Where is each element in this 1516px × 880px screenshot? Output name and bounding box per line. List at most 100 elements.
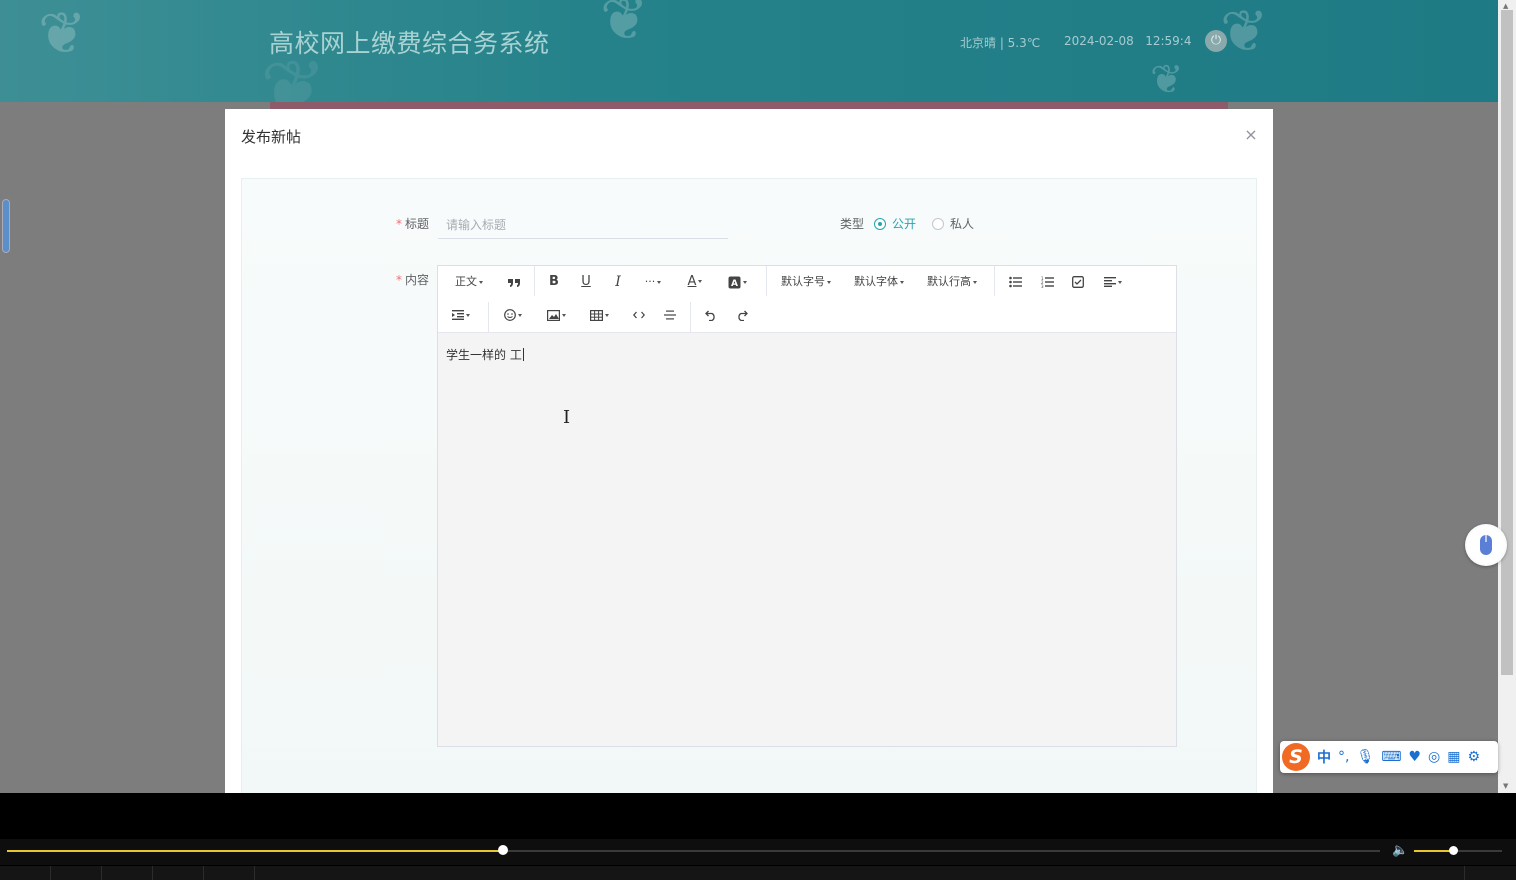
italic-button[interactable]: I [608, 271, 628, 293]
keyboard-icon[interactable]: ⌨ [1381, 749, 1401, 765]
undo-icon [705, 310, 715, 321]
horizontal-rule-icon [664, 310, 676, 320]
required-mark: * [396, 217, 402, 231]
code-button[interactable] [629, 304, 649, 326]
image-dropdown[interactable] [543, 304, 569, 326]
editor-toolbar: 正文 B U I ··· A A 默认字号 默认字体 默认行高 123 [438, 266, 1176, 333]
table-icon [589, 309, 603, 321]
redo-icon [738, 310, 748, 321]
radio-public[interactable]: 公开 [874, 215, 916, 232]
quote-button[interactable] [504, 271, 524, 293]
butterfly-decoration-icon: ❦ [1220, 0, 1269, 65]
radio-unchecked-icon [932, 217, 944, 230]
seek-progress [7, 850, 503, 852]
type-label: 类型 [840, 217, 865, 231]
punctuation-icon[interactable]: °, [1338, 749, 1349, 765]
scrollbar-thumb[interactable] [1501, 10, 1513, 675]
chevron-down-icon [900, 280, 904, 284]
volume-icon[interactable]: 🔈 [1392, 843, 1408, 858]
bold-button[interactable]: B [544, 271, 564, 293]
svg-text:A: A [731, 279, 738, 289]
chevron-down-icon [973, 280, 977, 284]
radio-private[interactable]: 私人 [932, 215, 974, 232]
chevron-down-icon [827, 280, 831, 284]
checkbox-icon [1072, 276, 1084, 288]
power-icon[interactable]: ⏻ [1205, 30, 1227, 52]
player-slot [152, 866, 203, 880]
required-mark: * [396, 273, 402, 287]
side-scroll-handle[interactable] [2, 199, 10, 253]
editor-paragraph[interactable]: 学生一样的 工 [446, 346, 524, 363]
chevron-down-icon [742, 280, 747, 284]
volume-knob[interactable] [1448, 846, 1458, 855]
microphone-icon[interactable]: 🎙 [1356, 749, 1374, 765]
chevron-down-icon [657, 280, 662, 284]
butterfly-decoration-icon: ❦ [1150, 57, 1184, 102]
date-text: 2024-02-08 [1064, 34, 1134, 48]
apps-grid-icon[interactable]: ▦ [1447, 749, 1460, 765]
image-icon [546, 309, 560, 321]
app-title: 高校网上缴费综合务系统 [269, 29, 550, 58]
divider-button[interactable] [660, 304, 680, 326]
editor-content-area[interactable]: 学生一样的 工 I [438, 333, 1176, 746]
line-height-dropdown[interactable]: 默认行高 [924, 271, 980, 293]
undo-button[interactable] [701, 304, 721, 326]
editor-text: 学生一样的 工 [446, 348, 522, 362]
app-header: ❦ ❦ ❦ ❦ ❦ 高校网上缴费综合务系统 北京晴 | 5.3℃ 2024-02… [0, 0, 1498, 102]
smiley-icon [504, 309, 516, 321]
bg-color-icon: A [728, 276, 740, 289]
gamepad-icon[interactable]: ◎ [1428, 749, 1440, 765]
bullet-list-button[interactable] [1005, 271, 1025, 293]
volume-fill [1414, 850, 1453, 852]
radio-checked-icon [874, 217, 886, 230]
ime-mode[interactable]: 中 [1317, 747, 1331, 767]
redo-button[interactable] [732, 304, 752, 326]
todo-button[interactable] [1068, 271, 1088, 293]
butterfly-decoration-icon: ❦ [600, 0, 649, 53]
content-label-text: 内容 [405, 273, 430, 287]
time-text: 12:59:4 [1145, 34, 1192, 48]
font-size-dropdown[interactable]: 默认字号 [778, 271, 834, 293]
radio-public-label: 公开 [892, 217, 917, 231]
chevron-down-icon [604, 313, 609, 317]
chevron-down-icon [1118, 280, 1122, 284]
datetime: 2024-02-08 12:59:4 [1064, 34, 1191, 48]
align-dropdown[interactable] [1100, 271, 1126, 293]
skin-icon[interactable]: ♥ [1408, 749, 1421, 765]
table-dropdown[interactable] [586, 304, 612, 326]
player-slot [50, 866, 101, 880]
toolbar-divider [488, 302, 489, 332]
emoji-dropdown[interactable] [500, 304, 526, 326]
close-icon[interactable]: × [1243, 125, 1259, 144]
floating-assistant-button[interactable] [1465, 524, 1507, 566]
paragraph-style-dropdown[interactable]: 正文 [448, 271, 490, 293]
page-scrollbar[interactable]: ▲ ▼ [1498, 0, 1516, 793]
scroll-up-icon[interactable]: ▲ [1503, 2, 1508, 10]
volume-slider[interactable] [1414, 846, 1502, 855]
text-caret [522, 348, 524, 361]
paragraph-style-label: 正文 [455, 275, 477, 288]
scroll-down-icon[interactable]: ▼ [1503, 782, 1508, 790]
browser-viewport: ❦ ❦ ❦ ❦ ❦ 高校网上缴费综合务系统 北京晴 | 5.3℃ 2024-02… [0, 0, 1498, 793]
settings-gear-icon[interactable]: ⚙ [1467, 749, 1480, 765]
seek-knob[interactable] [497, 845, 508, 855]
chevron-down-icon [479, 280, 483, 284]
indent-dropdown[interactable] [448, 304, 474, 326]
toolbar-divider [766, 266, 767, 296]
chevron-down-icon [561, 313, 566, 317]
numbered-list-button[interactable]: 123 [1037, 271, 1057, 293]
more-style-dropdown[interactable]: ··· [640, 271, 666, 293]
player-bottom-bar [0, 866, 1516, 880]
italic-icon: I [615, 274, 621, 290]
title-label-text: 标题 [405, 217, 430, 231]
bg-color-dropdown[interactable]: A [724, 271, 750, 293]
font-color-dropdown[interactable]: A [682, 271, 708, 293]
code-icon [632, 311, 646, 319]
seek-bar[interactable] [7, 845, 1380, 855]
chevron-down-icon [466, 313, 470, 317]
font-family-dropdown[interactable]: 默认字体 [851, 271, 907, 293]
title-input[interactable] [438, 211, 728, 239]
underline-button[interactable]: U [576, 271, 596, 293]
sogou-logo-icon[interactable]: S [1282, 743, 1310, 771]
bullet-list-icon [1008, 276, 1022, 288]
